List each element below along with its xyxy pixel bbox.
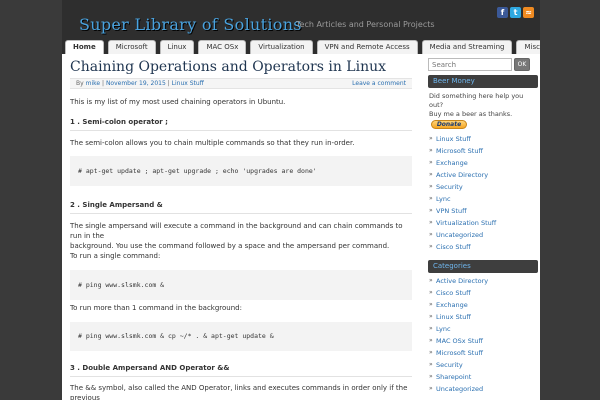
tab-media-streaming[interactable]: Media and Streaming	[421, 40, 513, 54]
sidebar-link[interactable]: VPN Stuff	[428, 205, 538, 217]
meta-category-link[interactable]: Linux Stuff	[172, 80, 204, 87]
section-2-text-3: To run a single command:	[70, 252, 161, 260]
tab-misc-tech-notes[interactable]: Misc Tech Notes	[516, 40, 540, 54]
rss-icon[interactable]: ≈	[523, 7, 534, 18]
beer-text-1: Did something here help you out?	[429, 92, 524, 109]
post-intro: This is my list of my most used chaining…	[70, 98, 286, 106]
page: Super Library of Solutions Tech Articles…	[62, 0, 540, 400]
search-button[interactable]: OK	[514, 58, 530, 71]
meta-author-link[interactable]: mike	[86, 80, 100, 87]
post-content: Chaining Operations and Operators in Lin…	[70, 58, 412, 400]
category-link[interactable]: Security	[428, 359, 538, 371]
site-title[interactable]: Super Library of Solutions	[79, 15, 302, 34]
category-link[interactable]: Cisco Stuff	[428, 287, 538, 299]
category-link[interactable]: Exchange	[428, 299, 538, 311]
sidebar-link[interactable]: Linux Stuff	[428, 133, 538, 145]
section-1-heading: 1 . Semi-colon operator ;	[70, 118, 412, 131]
tab-linux[interactable]: Linux	[159, 40, 195, 54]
section-1-text: The semi-colon allows you to chain multi…	[70, 139, 355, 147]
categories-title: Categories	[428, 260, 538, 273]
beer-money-title: Beer Money	[428, 75, 538, 88]
categories-list: Active Directory Cisco Stuff Exchange Li…	[428, 275, 538, 395]
meta-separator: |	[101, 80, 105, 87]
tab-home[interactable]: Home	[65, 40, 104, 54]
main-nav: Home Microsoft Linux MAC OSx Virtualizat…	[65, 40, 540, 54]
category-link[interactable]: Sharepoint	[428, 371, 538, 383]
category-link[interactable]: Active Directory	[428, 275, 538, 287]
links-list: Linux Stuff Microsoft Stuff Exchange Act…	[428, 133, 538, 253]
sidebar-link[interactable]: Uncategorized	[428, 229, 538, 241]
section-2-code-2: # ping www.slsmk.com & cp ~/* . & apt-ge…	[70, 322, 412, 351]
section-3-heading: 3 . Double Ampersand AND Operator &&	[70, 364, 412, 377]
section-2-heading: 2 . Single Ampersand &	[70, 201, 412, 214]
section-2-code-1: # ping www.slsmk.com &	[70, 270, 412, 300]
twitter-icon[interactable]: t	[510, 7, 521, 18]
section-1-code: # apt-get update ; apt-get upgrade ; ech…	[70, 156, 412, 186]
search-input[interactable]	[428, 58, 512, 71]
post-meta: By mike | November 19, 2015 | Linux Stuf…	[70, 78, 412, 89]
beer-text-2: Buy me a beer as thanks.	[429, 110, 513, 118]
site-header: Super Library of Solutions Tech Articles…	[62, 0, 540, 56]
tab-mac-osx[interactable]: MAC OSx	[198, 40, 247, 54]
sidebar-link[interactable]: Cisco Stuff	[428, 241, 538, 253]
category-link[interactable]: Lync	[428, 323, 538, 335]
section-2-text-2: background. You use the command followed…	[70, 242, 390, 250]
nav-underline	[62, 54, 540, 56]
meta-separator: |	[167, 80, 170, 87]
sidebar-link[interactable]: Microsoft Stuff	[428, 145, 538, 157]
donate-button[interactable]: Donate	[431, 120, 467, 129]
category-link[interactable]: MAC OSx Stuff	[428, 335, 538, 347]
meta-date-link[interactable]: November 19, 2015	[106, 80, 166, 87]
sidebar-link[interactable]: Active Directory	[428, 169, 538, 181]
section-3-text: The && symbol, also called the AND Opera…	[70, 384, 408, 400]
section-2-text-1: The single ampersand will execute a comm…	[70, 222, 403, 240]
category-link[interactable]: Linux Stuff	[428, 311, 538, 323]
section-2-text-4: To run more than 1 command in the backgr…	[70, 304, 242, 312]
social-links: f t ≈	[497, 7, 534, 18]
meta-by: By	[76, 80, 84, 87]
tab-microsoft[interactable]: Microsoft	[107, 40, 156, 54]
sidebar-link[interactable]: Virtualization Stuff	[428, 217, 538, 229]
sidebar-link[interactable]: Security	[428, 181, 538, 193]
beer-widget: Beer Money Did something here help you o…	[428, 75, 538, 129]
category-link[interactable]: Uncategorized	[428, 383, 538, 395]
facebook-icon[interactable]: f	[497, 7, 508, 18]
category-link[interactable]: Microsoft Stuff	[428, 347, 538, 359]
tab-virtualization[interactable]: Virtualization	[250, 40, 313, 54]
leave-comment-link[interactable]: Leave a comment	[352, 79, 406, 88]
post-title[interactable]: Chaining Operations and Operators in Lin…	[70, 58, 412, 76]
tab-vpn-remote-access[interactable]: VPN and Remote Access	[316, 40, 418, 54]
sidebar-link[interactable]: Exchange	[428, 157, 538, 169]
categories-widget: Categories Active Directory Cisco Stuff …	[428, 260, 538, 395]
sidebar-link[interactable]: Lync	[428, 193, 538, 205]
site-description: Tech Articles and Personal Projects	[296, 20, 435, 29]
